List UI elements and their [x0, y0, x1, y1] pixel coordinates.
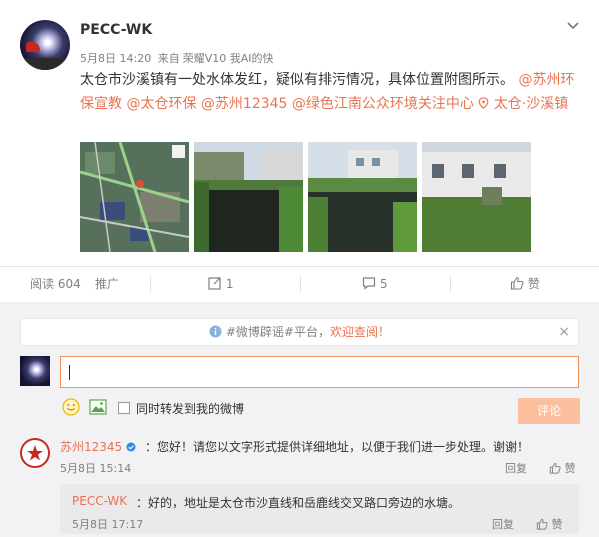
source-prefix: 来自 — [157, 52, 180, 65]
action-bar: 阅读 604 推广 1 5 赞 — [0, 266, 599, 302]
notice-link[interactable]: 欢迎查阅！ — [330, 325, 390, 339]
user-avatar[interactable] — [20, 20, 70, 70]
houses-image — [308, 142, 417, 252]
repost-icon — [208, 277, 221, 290]
current-user-avatar[interactable] — [20, 356, 50, 386]
mention-taicang-env[interactable]: @太仓环保 — [126, 96, 196, 112]
subreply-username[interactable]: PECC-WK — [72, 494, 127, 508]
comment-input[interactable] — [60, 356, 579, 388]
commenter-avatar[interactable] — [20, 438, 50, 468]
location-pin-icon — [478, 97, 489, 109]
house-image — [422, 142, 531, 252]
post-username[interactable]: PECC-WK — [80, 22, 152, 38]
comment-reply-button[interactable]: 回复 — [505, 460, 527, 476]
action-separator — [150, 276, 151, 292]
repost-checkbox[interactable] — [118, 402, 130, 414]
comment-text: ：您好！请您以文字形式提供详细地址，以便于我们进一步处理。谢谢！ — [145, 440, 530, 454]
post-photo-house[interactable] — [422, 142, 531, 252]
emoji-icon[interactable] — [62, 398, 80, 416]
mention-suzhou-12345[interactable]: @苏州12345 — [201, 96, 288, 112]
text-caret — [69, 365, 70, 380]
comment-button[interactable]: 5 — [362, 266, 387, 302]
comment-count: 5 — [379, 277, 388, 291]
notice-banner: #微博辟谣#平台，欢迎查阅！ × — [20, 318, 579, 346]
repost-count: 1 — [225, 277, 234, 291]
chevron-down-icon[interactable] — [565, 18, 581, 34]
like-icon — [510, 276, 524, 290]
subreply-time: 5月8日 17:17 — [72, 518, 144, 531]
location-link[interactable]: 太仓·沙溪镇 — [478, 96, 568, 112]
sub-reply: PECC-WK ：好的，地址是太仓市沙直线和岳鹿线交叉路口旁边的水塘。 5月8日… — [60, 484, 579, 534]
pond-image — [194, 142, 303, 252]
location-text: 太仓·沙溪镇 — [493, 96, 569, 112]
repost-checkbox-label[interactable]: 同时转发到我的微博 — [136, 400, 244, 417]
verified-badge-icon — [126, 442, 136, 452]
post-body: 太仓市沙溪镇有一处水体发红，疑似有排污情况，具体位置附图所示。 — [80, 72, 514, 88]
repost-button[interactable]: 1 — [208, 266, 233, 302]
comment-time: 5月8日 15:14 — [60, 462, 132, 475]
commenter-logo — [27, 445, 43, 461]
avatar-ground — [20, 58, 70, 70]
comment-icon — [362, 277, 376, 290]
close-icon[interactable]: × — [558, 319, 570, 345]
commenter-name[interactable]: 苏州12345 — [60, 438, 136, 455]
post-photo-pond[interactable] — [194, 142, 303, 252]
notice-text: #微博辟谣#平台， — [225, 325, 330, 339]
avatar-hat — [26, 42, 40, 52]
weibo-post: PECC-WK 5月8日 14:20 来自 荣耀V10 我AI的快 太仓市沙溪镇有… — [0, 0, 599, 266]
action-separator — [450, 276, 451, 292]
subreply-like-button[interactable]: 赞 — [536, 516, 563, 532]
submit-comment-button[interactable]: 评论 — [518, 398, 580, 424]
subreply-reply-button[interactable]: 回复 — [492, 516, 514, 532]
mention-green-jiangnan[interactable]: @绿色江南公众环境关注中心 — [292, 96, 474, 112]
post-photo-houses[interactable] — [308, 142, 417, 252]
like-icon — [536, 518, 548, 530]
map-image — [80, 142, 189, 252]
commenter-username[interactable]: 苏州12345 — [60, 440, 122, 454]
promote-button[interactable]: 推广 — [95, 266, 119, 302]
comment-like-label: 赞 — [564, 462, 576, 475]
subreply-like-label: 赞 — [551, 518, 563, 531]
like-button[interactable]: 赞 — [510, 266, 540, 302]
image-icon[interactable] — [89, 398, 107, 416]
post-source[interactable]: 荣耀V10 我AI的快 — [183, 52, 274, 65]
action-separator — [300, 276, 301, 292]
post-date[interactable]: 5月8日 14:20 — [80, 52, 151, 65]
post-meta: 5月8日 14:20 来自 荣耀V10 我AI的快 — [80, 50, 274, 66]
like-label: 赞 — [527, 277, 540, 291]
like-icon — [549, 462, 561, 474]
post-text: 太仓市沙溪镇有一处水体发红，疑似有排污情况，具体位置附图所示。 @苏州环保宣教 … — [80, 68, 580, 116]
comment-area: #微博辟谣#平台，欢迎查阅！ × 同时转发到我的微博 评论 苏州12345 ：您… — [0, 302, 599, 537]
info-icon — [209, 325, 222, 338]
comment-like-button[interactable]: 赞 — [549, 460, 576, 476]
read-count: 阅读 604 — [30, 277, 81, 291]
post-photo-map[interactable] — [80, 142, 189, 252]
subreply-text: ：好的，地址是太仓市沙直线和岳鹿线交叉路口旁边的水塘。 — [136, 496, 461, 510]
